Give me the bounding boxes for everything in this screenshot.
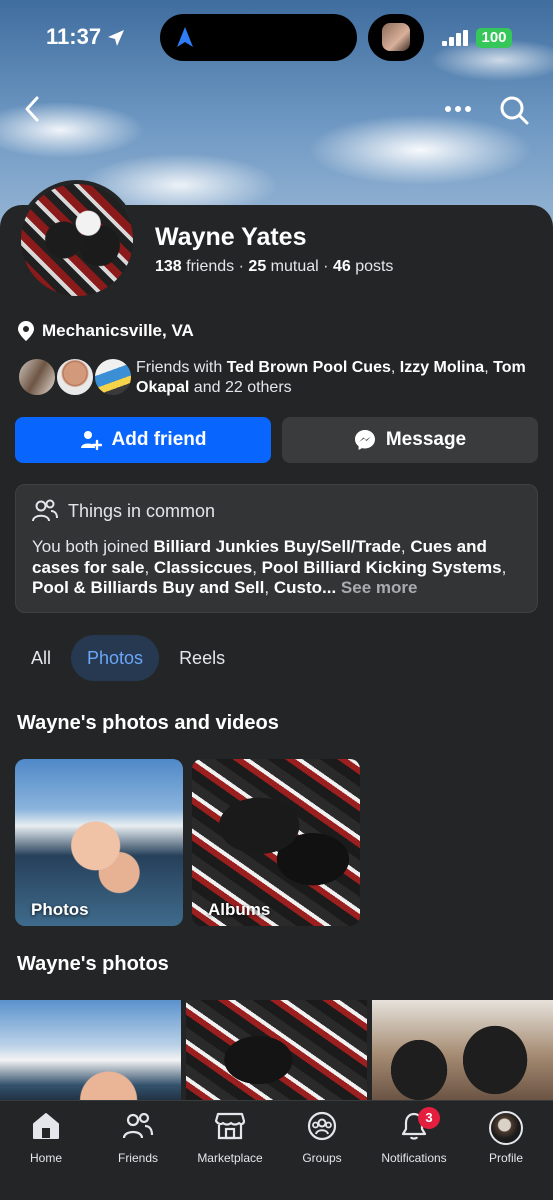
common-group[interactable]: Custo...	[274, 578, 336, 597]
nav-friends[interactable]: Friends	[92, 1111, 184, 1165]
mutual-sep: ,	[390, 359, 400, 376]
message-button[interactable]: Message	[282, 417, 538, 463]
things-in-common-card[interactable]: Things in common You both joined Billiar…	[15, 484, 538, 613]
profile-name: Wayne Yates	[155, 223, 307, 251]
status-time: 11:37	[46, 24, 102, 49]
mutual-sep: ,	[484, 359, 489, 376]
photo-thumbnail[interactable]	[0, 1000, 181, 1100]
common-group[interactable]: Pool Billiard Kicking Systems	[262, 558, 502, 577]
nav-home-label: Home	[29, 1151, 62, 1165]
profile-avatar[interactable]	[17, 180, 137, 300]
messenger-icon	[354, 430, 375, 450]
friends-count[interactable]: 138	[155, 258, 182, 275]
message-label: Message	[385, 429, 467, 450]
common-sep: ,	[252, 557, 262, 577]
nav-profile[interactable]: Profile	[460, 1111, 552, 1165]
see-more-link[interactable]: See more	[341, 578, 418, 597]
add-friend-button[interactable]: Add friend	[15, 417, 271, 463]
nav-notifications-label: Notifications	[381, 1151, 447, 1165]
things-in-common-text: You both joined Billiard Junkies Buy/Sel…	[32, 537, 527, 599]
photo-thumbnail[interactable]	[372, 1000, 553, 1100]
bottom-nav: Home Friends Marketplace Groups 3 Notifi…	[0, 1100, 553, 1200]
common-group[interactable]: Billiard Junkies Buy/Sell/Trade	[153, 537, 401, 556]
albums-card[interactable]: Albums	[192, 759, 360, 926]
location-text: Mechanicsville, VA	[42, 321, 194, 340]
navigation-arrow-icon	[177, 27, 193, 47]
photos-title: Wayne's photos	[17, 953, 169, 975]
profile-avatar-icon	[489, 1111, 523, 1145]
mutual-friends-row[interactable]: Friends with Ted Brown Pool Cues, Izzy M…	[17, 356, 537, 402]
location-arrow-icon	[108, 30, 124, 46]
back-icon[interactable]	[18, 94, 48, 124]
stats-separator: ·	[323, 258, 329, 275]
common-group[interactable]: Pool & Billiards Buy and Sell	[32, 578, 264, 597]
friends-label[interactable]: friends	[186, 258, 234, 275]
add-person-icon	[80, 431, 102, 451]
mutual-suffix[interactable]: and 22 others	[189, 379, 292, 396]
status-bar: 11:37 100	[0, 14, 553, 62]
common-sep: ,	[264, 578, 274, 597]
posts-label: posts	[355, 258, 394, 275]
stats-separator: ·	[238, 258, 244, 275]
mutual-friend-avatar[interactable]	[17, 357, 57, 397]
friends-icon	[122, 1112, 154, 1139]
marketplace-icon	[214, 1112, 246, 1140]
add-friend-label: Add friend	[111, 429, 207, 450]
mutual-name[interactable]: Ted Brown Pool Cues	[227, 359, 391, 376]
nav-groups-label: Groups	[302, 1151, 342, 1165]
live-activity-thumbnail	[382, 23, 410, 51]
location-row: Mechanicsville, VA	[18, 321, 194, 341]
cellular-signal-icon	[442, 30, 468, 46]
notifications-badge: 3	[418, 1107, 440, 1129]
photos-card-label: Photos	[31, 900, 89, 919]
tab-all[interactable]: All	[15, 635, 67, 681]
groups-icon	[307, 1111, 337, 1141]
mutual-label[interactable]: mutual	[271, 258, 319, 275]
nav-notifications[interactable]: 3 Notifications	[368, 1107, 460, 1165]
more-options-icon[interactable]	[443, 98, 473, 120]
profile-stats: 138 friends · 25 mutual · 46 posts	[155, 258, 393, 276]
nav-marketplace[interactable]: Marketplace	[184, 1111, 276, 1165]
photos-card[interactable]: Photos	[15, 759, 183, 926]
mutual-friend-avatar[interactable]	[55, 357, 95, 397]
mutual-prefix: Friends with	[136, 359, 227, 376]
albums-card-label: Albums	[208, 900, 271, 919]
nav-home[interactable]: Home	[0, 1111, 92, 1165]
common-group[interactable]: Classiccues	[154, 558, 252, 577]
tab-reels[interactable]: Reels	[163, 635, 241, 681]
live-activity	[368, 14, 424, 61]
battery-indicator: 100	[476, 28, 512, 48]
common-sep: ,	[501, 557, 507, 577]
content-tabs: All Photos Reels	[15, 635, 245, 681]
posts-count: 46	[332, 258, 351, 275]
home-icon	[33, 1113, 59, 1139]
mutual-friend-avatar[interactable]	[93, 357, 133, 397]
photo-thumbnail[interactable]	[186, 1000, 367, 1100]
common-prefix: You both joined	[32, 537, 154, 556]
mutual-count[interactable]: 25	[248, 258, 266, 275]
photos-videos-title: Wayne's photos and videos	[17, 712, 279, 734]
location-pin-icon	[18, 321, 34, 341]
common-sep: ,	[144, 557, 154, 577]
people-icon	[32, 499, 58, 522]
nav-marketplace-label: Marketplace	[197, 1151, 263, 1165]
nav-profile-label: Profile	[488, 1151, 523, 1165]
nav-friends-label: Friends	[117, 1151, 158, 1165]
tab-photos[interactable]: Photos	[71, 635, 160, 681]
things-in-common-title: Things in common	[68, 500, 216, 521]
nav-groups[interactable]: Groups	[276, 1111, 368, 1165]
mutual-name[interactable]: Izzy Molina	[400, 359, 484, 376]
common-sep: ,	[400, 537, 411, 556]
things-in-common-header: Things in common	[32, 499, 215, 523]
search-icon[interactable]	[498, 94, 530, 126]
mutual-friends-text[interactable]: Friends with Ted Brown Pool Cues, Izzy M…	[136, 358, 536, 398]
